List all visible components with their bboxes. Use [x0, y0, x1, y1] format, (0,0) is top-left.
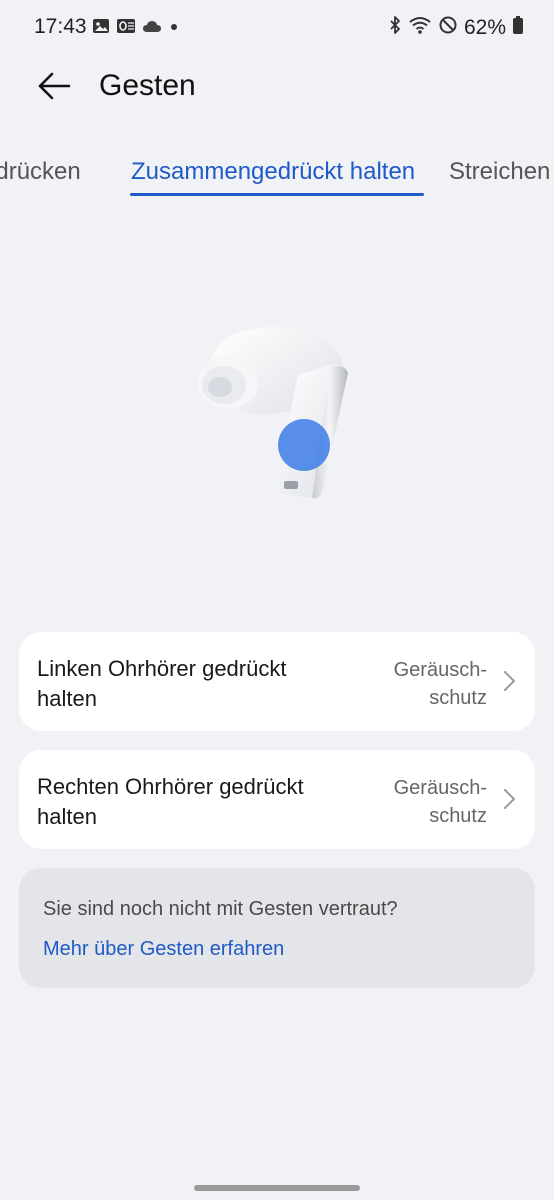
setting-right-earbud-value: Geräusch-schutz	[393, 777, 487, 827]
setting-left-earbud-label: Linken Ohrhörer gedrückt halten	[37, 656, 287, 711]
header: Gesten	[0, 56, 554, 116]
setting-right-earbud-label: Rechten Ohrhörer gedrückt halten	[37, 774, 304, 829]
gesture-help-box: Sie sind noch nicht mit Gesten vertraut?…	[19, 868, 535, 988]
back-button[interactable]	[30, 64, 78, 108]
status-left-icons	[92, 17, 180, 40]
tab-streichen[interactable]: Streichen	[449, 158, 550, 186]
do-not-disturb-icon	[438, 15, 458, 40]
image-icon	[92, 17, 110, 40]
gesture-tabs: ndrücken Zusammengedrückt halten Streich…	[0, 148, 554, 200]
cloud-icon	[142, 18, 162, 39]
outlook-icon	[116, 17, 136, 40]
learn-more-gestures-link[interactable]: Mehr über Gesten erfahren	[43, 938, 284, 961]
status-bar: 17:43 62%	[0, 0, 554, 56]
active-tab-indicator	[130, 193, 424, 196]
setting-right-earbud[interactable]: Rechten Ohrhörer gedrückt halten Geräusc…	[19, 750, 535, 849]
tab-zusammengedrueckt-halten[interactable]: Zusammengedrückt halten	[131, 158, 415, 186]
status-right-icons: 62%	[388, 15, 524, 40]
dot-icon	[168, 18, 180, 39]
page-title: Gesten	[99, 69, 196, 102]
setting-left-earbud-value: Geräusch-schutz	[393, 659, 487, 709]
back-arrow-icon	[38, 72, 71, 100]
chevron-right-icon	[504, 671, 515, 691]
wifi-icon	[408, 15, 432, 40]
tab-zweimal-druecken[interactable]: ndrücken	[0, 158, 81, 186]
earbud-illustration	[180, 305, 380, 515]
chevron-right-icon	[504, 789, 515, 809]
gesture-help-text: Sie sind noch nicht mit Gesten vertraut?	[43, 898, 398, 920]
battery-percent: 62%	[463, 15, 506, 39]
status-time: 17:43	[34, 15, 87, 38]
home-indicator[interactable]	[194, 1185, 360, 1191]
bluetooth-icon	[388, 15, 402, 40]
battery-icon	[512, 15, 524, 40]
setting-left-earbud[interactable]: Linken Ohrhörer gedrückt halten Geräusch…	[19, 632, 535, 731]
